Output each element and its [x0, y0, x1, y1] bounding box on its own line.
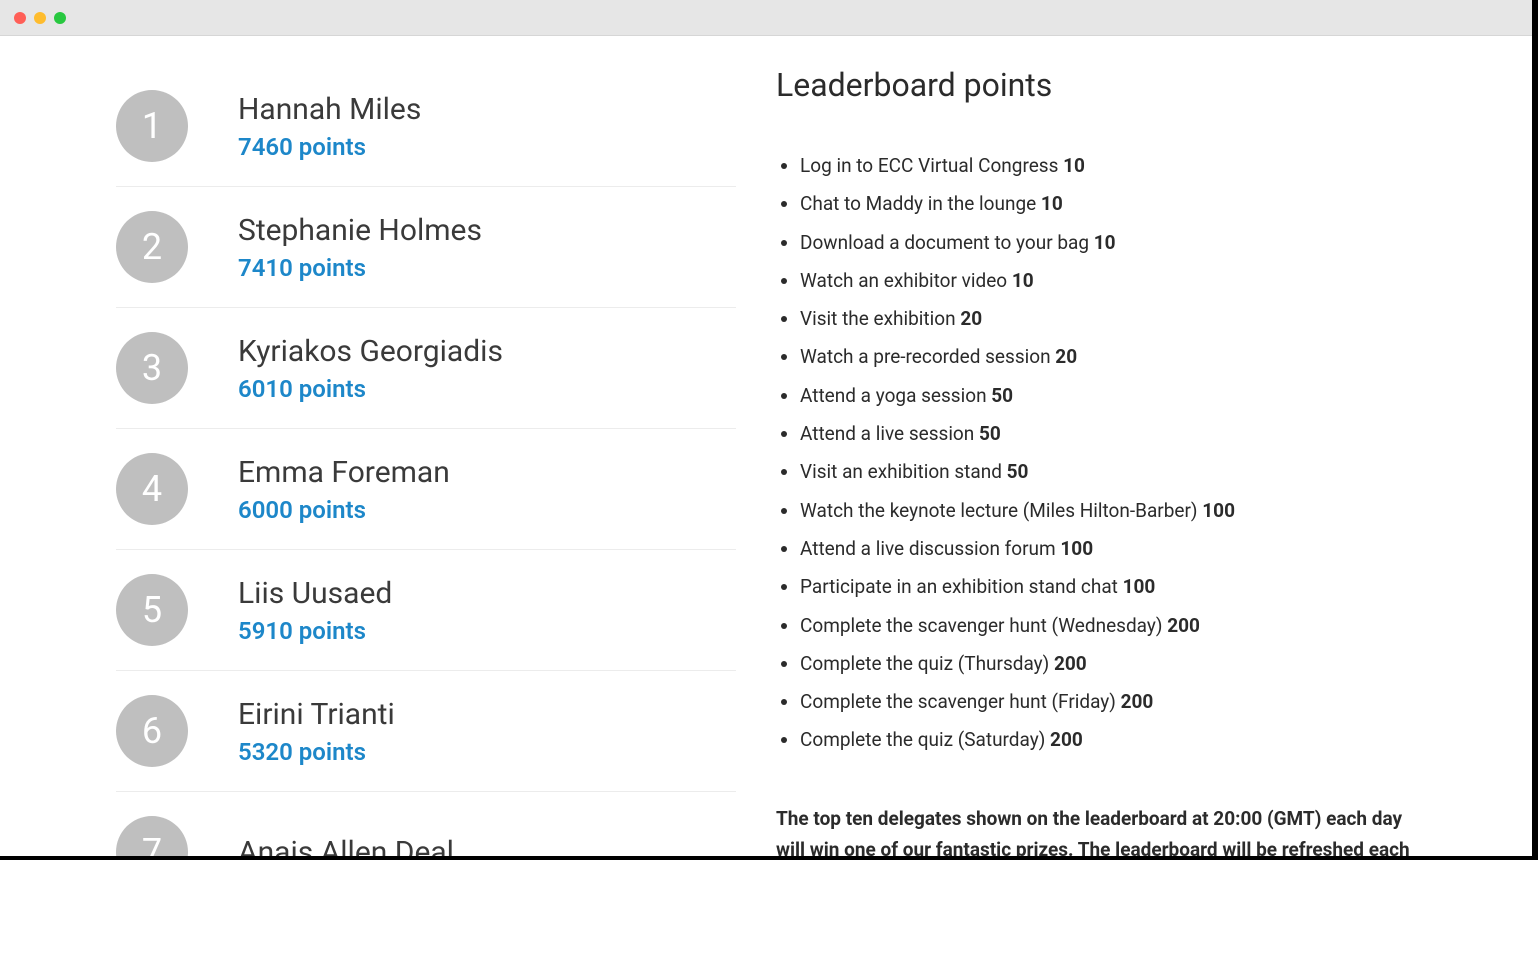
points-item: Watch the keynote lecture (Miles Hilton-… — [800, 495, 1416, 527]
points-item: Complete the scavenger hunt (Friday) 200 — [800, 686, 1416, 718]
leaderboard-item: 4 Emma Foreman 6000 points — [116, 429, 736, 550]
points-item: Chat to Maddy in the lounge 10 — [800, 188, 1416, 220]
points-value: 100 — [1202, 499, 1235, 522]
entry-details: Anais Allen Deal — [238, 835, 454, 857]
leaderboard-item: 2 Stephanie Holmes 7410 points — [116, 187, 736, 308]
minimize-icon[interactable] — [34, 12, 46, 24]
points-item: Watch an exhibitor video 10 — [800, 265, 1416, 297]
points-value: 10 — [1012, 269, 1034, 292]
points-item: Log in to ECC Virtual Congress 10 — [800, 150, 1416, 182]
entry-details: Eirini Trianti 5320 points — [238, 697, 395, 766]
leaderboard-item: 7 Anais Allen Deal — [116, 792, 736, 856]
points-item: Visit an exhibition stand 50 — [800, 456, 1416, 488]
points-action: Chat to Maddy in the lounge — [800, 192, 1036, 215]
points-value: 100 — [1123, 575, 1156, 598]
maximize-icon[interactable] — [54, 12, 66, 24]
points-action: Watch a pre-recorded session — [800, 345, 1051, 368]
rank-badge: 1 — [116, 90, 188, 162]
points-value: 20 — [960, 307, 982, 330]
points-action: Attend a yoga session — [800, 384, 987, 407]
points-title: Leaderboard points — [776, 66, 1416, 104]
rank-badge: 2 — [116, 211, 188, 283]
points-value: 10 — [1063, 154, 1085, 177]
points-item: Attend a live session 50 — [800, 418, 1416, 450]
points-value: 200 — [1050, 728, 1083, 751]
points-value: 100 — [1060, 537, 1093, 560]
points-item: Complete the quiz (Saturday) 200 — [800, 724, 1416, 756]
points-list: Log in to ECC Virtual Congress 10Chat to… — [776, 150, 1416, 757]
rank-badge: 7 — [116, 816, 188, 856]
content: 1 Hannah Miles 7460 points 2 Stephanie Holme… — [66, 36, 1466, 856]
entry-points: 7410 points — [238, 254, 482, 282]
rank-badge: 3 — [116, 332, 188, 404]
leaderboard-item: 3 Kyriakos Georgiadis 6010 points — [116, 308, 736, 429]
entry-points: 7460 points — [238, 133, 421, 161]
leaderboard-item: 5 Liis Uusaed 5910 points — [116, 550, 736, 671]
leaderboard-list: 1 Hannah Miles 7460 points 2 Stephanie Holme… — [116, 66, 736, 856]
points-value: 50 — [1007, 460, 1029, 483]
points-item: Attend a yoga session 50 — [800, 380, 1416, 412]
points-action: Complete the quiz (Thursday) — [800, 652, 1049, 675]
entry-name: Eirini Trianti — [238, 697, 395, 732]
points-item: Download a document to your bag 10 — [800, 227, 1416, 259]
points-item: Complete the scavenger hunt (Wednesday) … — [800, 610, 1416, 642]
points-action: Complete the quiz (Saturday) — [800, 728, 1045, 751]
points-action: Complete the scavenger hunt (Wednesday) — [800, 614, 1162, 637]
entry-points: 5910 points — [238, 617, 392, 645]
entry-details: Emma Foreman 6000 points — [238, 455, 450, 524]
points-action: Attend a live session — [800, 422, 974, 445]
points-value: 200 — [1054, 652, 1087, 675]
entry-details: Kyriakos Georgiadis 6010 points — [238, 334, 503, 403]
prize-note: The top ten delegates shown on the leade… — [776, 803, 1416, 856]
entry-points: 6010 points — [238, 375, 503, 403]
rank-badge: 6 — [116, 695, 188, 767]
entry-name: Hannah Miles — [238, 92, 421, 127]
leaderboard-item: 1 Hannah Miles 7460 points — [116, 66, 736, 187]
points-action: Complete the scavenger hunt (Friday) — [800, 690, 1116, 713]
points-value: 20 — [1055, 345, 1077, 368]
points-action: Watch the keynote lecture (Miles Hilton-… — [800, 499, 1198, 522]
entry-details: Stephanie Holmes 7410 points — [238, 213, 482, 282]
points-item: Attend a live discussion forum 100 — [800, 533, 1416, 565]
points-action: Visit an exhibition stand — [800, 460, 1002, 483]
entry-points: 6000 points — [238, 496, 450, 524]
entry-name: Anais Allen Deal — [238, 835, 454, 857]
entry-details: Hannah Miles 7460 points — [238, 92, 421, 161]
entry-name: Stephanie Holmes — [238, 213, 482, 248]
points-value: 50 — [991, 384, 1013, 407]
entry-name: Kyriakos Georgiadis — [238, 334, 503, 369]
points-column: Leaderboard points Log in to ECC Virtual… — [776, 66, 1416, 856]
entry-points: 5320 points — [238, 738, 395, 766]
rank-badge: 5 — [116, 574, 188, 646]
points-action: Watch an exhibitor video — [800, 269, 1007, 292]
points-action: Download a document to your bag — [800, 231, 1089, 254]
points-action: Participate in an exhibition stand chat — [800, 575, 1118, 598]
points-item: Visit the exhibition 20 — [800, 303, 1416, 335]
entry-name: Liis Uusaed — [238, 576, 392, 611]
points-item: Participate in an exhibition stand chat … — [800, 571, 1416, 603]
points-item: Watch a pre-recorded session 20 — [800, 341, 1416, 373]
points-value: 200 — [1121, 690, 1154, 713]
leaderboard-column: 1 Hannah Miles 7460 points 2 Stephanie Holme… — [116, 66, 736, 856]
leaderboard-item: 6 Eirini Trianti 5320 points — [116, 671, 736, 792]
entry-name: Emma Foreman — [238, 455, 450, 490]
points-action: Log in to ECC Virtual Congress — [800, 154, 1058, 177]
close-icon[interactable] — [14, 12, 26, 24]
points-action: Attend a live discussion forum — [800, 537, 1056, 560]
points-value: 10 — [1041, 192, 1063, 215]
entry-details: Liis Uusaed 5910 points — [238, 576, 392, 645]
rank-badge: 4 — [116, 453, 188, 525]
points-action: Visit the exhibition — [800, 307, 956, 330]
points-value: 200 — [1167, 614, 1200, 637]
window-titlebar — [0, 0, 1532, 36]
points-value: 10 — [1094, 231, 1116, 254]
points-value: 50 — [979, 422, 1001, 445]
points-item: Complete the quiz (Thursday) 200 — [800, 648, 1416, 680]
window-frame: 1 Hannah Miles 7460 points 2 Stephanie Holme… — [0, 0, 1538, 860]
